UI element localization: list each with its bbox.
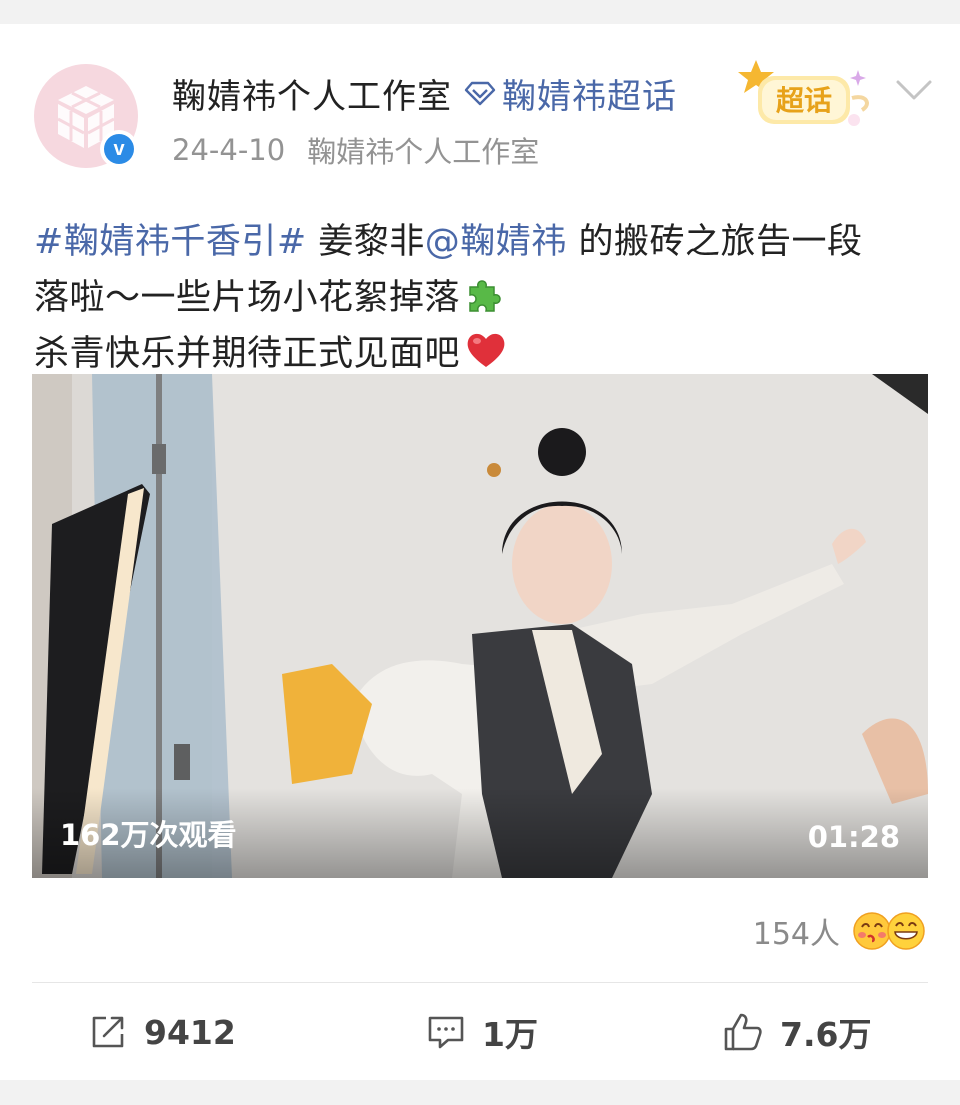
author-name[interactable]: 鞠婧祎个人工作室 [172,69,452,118]
post-meta: 24-4-10 鞠婧祎个人工作室 [172,128,539,172]
like-count: 7.6万 [780,1015,872,1054]
post-date: 24-4-10 [172,133,286,167]
post-source: 鞠婧祎个人工作室 [307,135,540,169]
chevron-down-icon[interactable] [892,76,936,106]
grin-face-emoji [887,912,925,950]
video-view-count: 162万次观看 [60,818,237,852]
puzzle-piece-emoji [469,280,501,312]
post-text-segment: 落啦～一些片场小花絮掉落 [34,278,461,318]
comment-count: 1万 [482,1015,538,1054]
post-line-2: 落啦～一些片场小花絮掉落 [34,270,934,326]
like-button[interactable]: 7.6万 [722,1008,871,1056]
diamond-icon [464,81,496,106]
divider [32,982,928,983]
supertopic-badge-icon[interactable]: 超话 [734,50,884,140]
post-text-segment: 杀青快乐并期待正式见面吧 [34,334,461,374]
post-text-segment: 姜黎非 [306,222,425,262]
thumbs-up-icon [724,1013,762,1051]
post-line-1: #鞠婧祎千香引# 姜黎非@鞠婧祎 的搬砖之旅告一段 [34,214,934,270]
verified-badge-icon: v [100,130,138,168]
hashtag-link[interactable]: #鞠婧祎千香引# [34,222,307,262]
reaction-count: 154人 [752,917,840,952]
reaction-summary[interactable]: 154人 [753,908,926,954]
video-duration: 01:28 [807,820,900,854]
share-icon [92,1016,124,1048]
share-button[interactable]: 9412 [88,1008,236,1056]
supertopic-link[interactable]: 鞠婧祎超话 [502,69,677,118]
weibo-post-card: v 鞠婧祎个人工作室 鞠婧祎超话 超话 24-4-10 鞠婧祎个人工作室 #鞠婧… [0,24,960,1080]
supertopic-badge-label: 超话 [776,84,832,117]
author-row: 鞠婧祎个人工作室 鞠婧祎超话 [172,68,677,118]
comment-button[interactable]: 1万 [426,1008,538,1056]
post-body: #鞠婧祎千香引# 姜黎非@鞠婧祎 的搬砖之旅告一段 落啦～一些片场小花絮掉落 杀… [34,214,934,382]
post-text-segment: 的搬砖之旅告一段 [566,222,863,262]
comment-icon [428,1016,464,1049]
video-player[interactable]: 162万次观看 01:28 [32,374,928,878]
mention-link[interactable]: @鞠婧祎 [425,222,567,262]
share-count: 9412 [144,1012,236,1052]
action-bar: 9412 1万 7.6万 [0,984,960,1080]
red-heart-emoji [467,333,505,367]
